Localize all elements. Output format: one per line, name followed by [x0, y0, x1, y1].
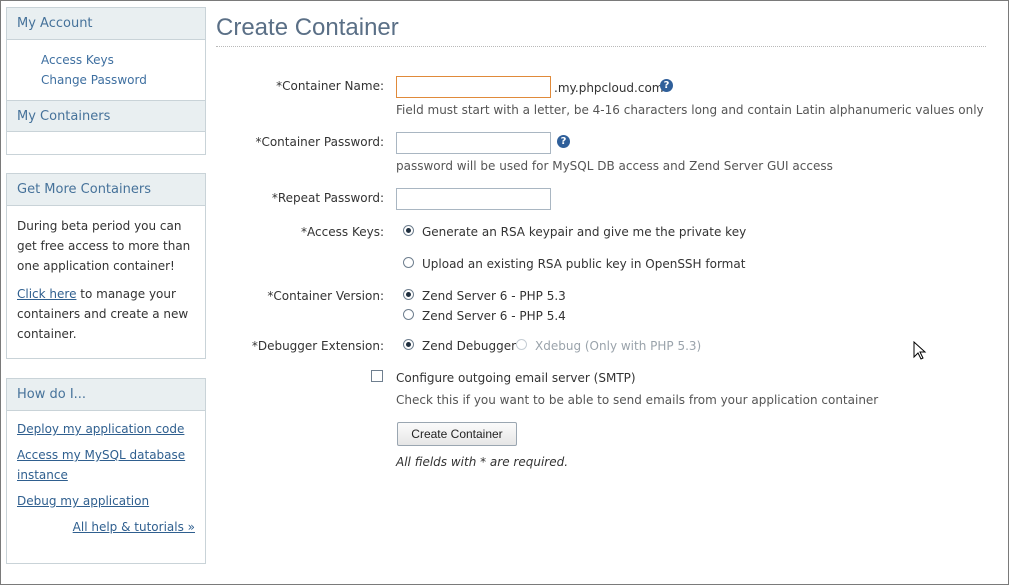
change-password-link[interactable]: Change Password: [41, 70, 205, 90]
page-title: Create Container: [216, 14, 399, 41]
version-php54-radio[interactable]: [403, 309, 414, 320]
xdebug-label: Xdebug (Only with PHP 5.3): [535, 339, 702, 353]
container-version-label: *Container Version:: [267, 289, 384, 303]
all-help-link[interactable]: All help & tutorials »: [73, 520, 195, 534]
mysql-access-link[interactable]: Access my MySQL database instance: [17, 445, 195, 485]
mouse-cursor-icon: [913, 341, 927, 360]
container-name-label: *Container Name:: [276, 79, 384, 93]
my-account-panel: My Account Access Keys Change Password M…: [6, 7, 206, 155]
required-note: All fields with * are required.: [396, 455, 569, 469]
access-keys-label: *Access Keys:: [301, 225, 384, 239]
container-name-hint: Field must start with a letter, be 4-16 …: [396, 103, 984, 117]
debug-app-link[interactable]: Debug my application: [17, 491, 195, 511]
get-more-containers-header: Get More Containers: [7, 174, 205, 206]
access-keys-upload-label[interactable]: Upload an existing RSA public key in Ope…: [422, 257, 745, 271]
help-icon[interactable]: ?: [557, 135, 570, 148]
xdebug-radio: [516, 339, 527, 350]
my-containers-header[interactable]: My Containers: [7, 100, 205, 132]
access-keys-generate-radio[interactable]: [403, 225, 414, 236]
create-container-button[interactable]: Create Container: [397, 422, 517, 446]
smtp-checkbox[interactable]: [371, 370, 383, 382]
access-keys-generate-label[interactable]: Generate an RSA keypair and give me the …: [422, 225, 746, 239]
container-password-input[interactable]: [396, 132, 551, 154]
container-name-input[interactable]: [396, 76, 551, 98]
repeat-password-label: *Repeat Password:: [271, 191, 384, 205]
smtp-label[interactable]: Configure outgoing email server (SMTP): [396, 371, 636, 385]
domain-suffix: .my.phpcloud.com: [554, 81, 664, 95]
get-more-containers-panel: Get More Containers During beta period y…: [6, 173, 206, 359]
debugger-label: *Debugger Extension:: [251, 339, 384, 353]
how-do-i-header: How do I...: [7, 379, 205, 411]
access-keys-upload-radio[interactable]: [403, 257, 414, 268]
title-divider: [216, 46, 986, 47]
access-keys-link[interactable]: Access Keys: [41, 50, 205, 70]
version-php53-label[interactable]: Zend Server 6 - PHP 5.3: [422, 289, 566, 303]
repeat-password-input[interactable]: [396, 188, 551, 210]
get-more-text: During beta period you can get free acce…: [17, 219, 191, 273]
how-do-i-panel: How do I... Deploy my application code A…: [6, 378, 206, 564]
my-account-header[interactable]: My Account: [7, 8, 205, 40]
version-php54-label[interactable]: Zend Server 6 - PHP 5.4: [422, 309, 566, 323]
zend-debugger-label[interactable]: Zend Debugger: [422, 339, 516, 353]
click-here-link[interactable]: Click here: [17, 287, 76, 301]
deploy-code-link[interactable]: Deploy my application code: [17, 419, 195, 439]
version-php53-radio[interactable]: [403, 289, 414, 300]
container-password-label: *Container Password:: [255, 135, 384, 149]
smtp-hint: Check this if you want to be able to sen…: [396, 393, 879, 407]
zend-debugger-radio[interactable]: [403, 339, 414, 350]
help-icon[interactable]: ?: [660, 79, 673, 92]
container-password-hint: password will be used for MySQL DB acces…: [396, 159, 833, 173]
